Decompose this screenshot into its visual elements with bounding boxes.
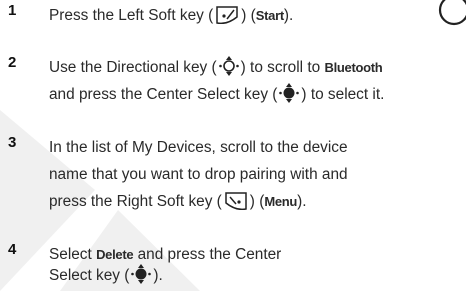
step-text: In the list of My Devices, scroll to the… xyxy=(49,139,348,210)
step-number: 4 xyxy=(8,241,17,258)
step-text: Use the Directional key () to scroll to … xyxy=(49,54,459,108)
center-select-key-icon xyxy=(279,83,300,103)
step-number: 1 xyxy=(8,2,17,19)
step-text: Press the Left Soft key () (Start). xyxy=(49,6,294,24)
center-select-key-icon xyxy=(131,264,152,284)
directional-key-icon xyxy=(218,56,239,76)
right-soft-key-icon xyxy=(224,192,248,210)
step-text: Select Delete and press the Center Selec… xyxy=(49,246,282,284)
step-number: 2 xyxy=(8,54,17,71)
step-number: 3 xyxy=(8,134,17,151)
left-soft-key-icon xyxy=(215,6,239,24)
